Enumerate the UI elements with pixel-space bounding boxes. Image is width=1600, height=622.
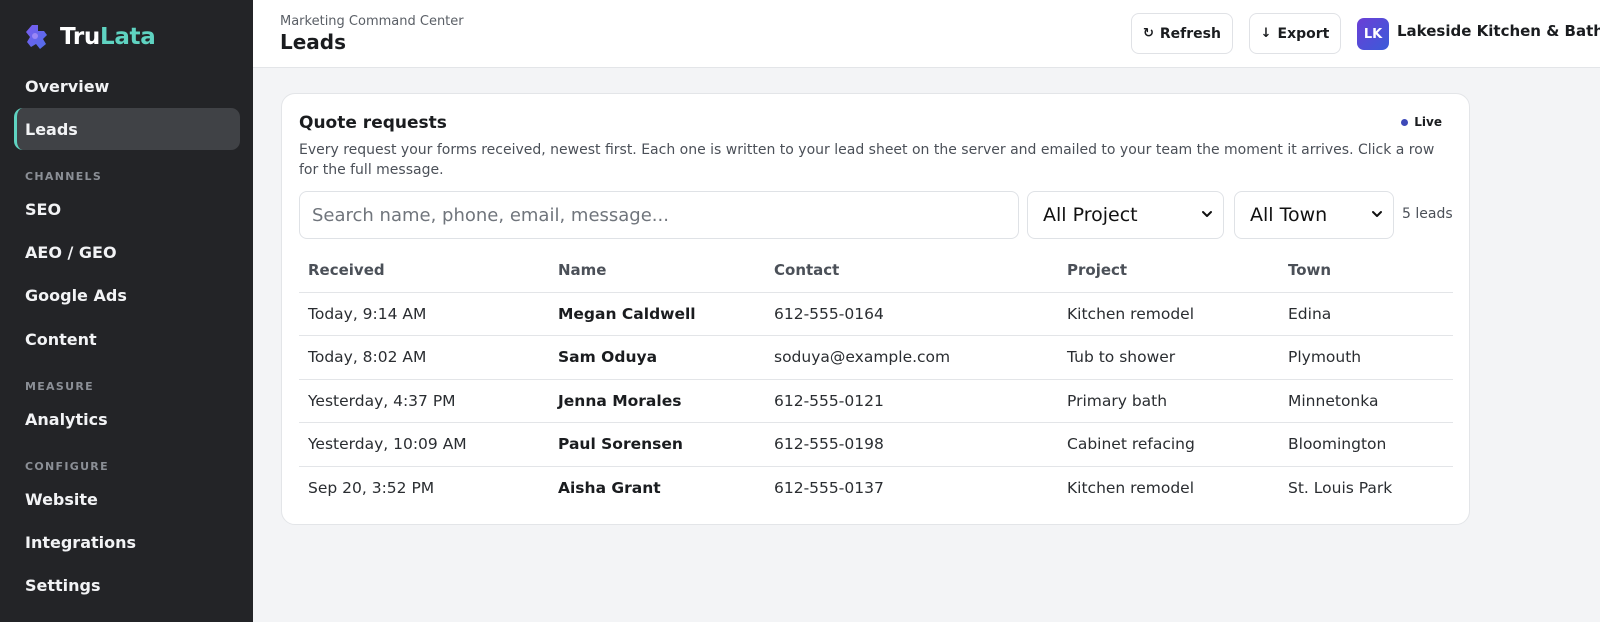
- cell-name: Megan Caldwell: [549, 292, 765, 336]
- sidebar: TruLata Overview Leads CHANNELS SEO AEO …: [0, 0, 253, 622]
- leads-table: Received Name Contact Project Town Today…: [299, 249, 1453, 510]
- table-row[interactable]: Today, 8:02 AM Sam Oduya soduya@example.…: [299, 335, 1453, 380]
- sidebar-section-channels: CHANNELS: [25, 170, 103, 183]
- sidebar-item-content[interactable]: Content: [14, 318, 240, 360]
- sidebar-item-analytics[interactable]: Analytics: [14, 398, 240, 440]
- refresh-button-label: Refresh: [1159, 25, 1221, 42]
- brand-name: TruLata: [60, 24, 156, 50]
- card-title: Quote requests: [299, 113, 447, 133]
- sidebar-item-website[interactable]: Website: [14, 478, 240, 520]
- account-name[interactable]: Lakeside Kitchen & Bath: [1397, 22, 1600, 40]
- search-input[interactable]: [299, 191, 1019, 239]
- table-row[interactable]: Yesterday, 10:09 AM Paul Sorensen 612-55…: [299, 422, 1453, 467]
- chevron-down-icon: [1372, 211, 1382, 217]
- cell-project: Primary bath: [1058, 379, 1279, 423]
- sidebar-item-overview[interactable]: Overview: [14, 65, 240, 107]
- column-header-project[interactable]: Project: [1058, 249, 1279, 293]
- cell-received: Today, 9:14 AM: [299, 292, 549, 336]
- column-header-contact[interactable]: Contact: [765, 249, 1058, 293]
- sidebar-section-measure: MEASURE: [25, 380, 94, 393]
- cell-name: Sam Oduya: [549, 335, 765, 380]
- project-filter-select[interactable]: All Project: [1027, 191, 1224, 239]
- live-indicator: Live: [1401, 115, 1442, 129]
- sidebar-item-integrations[interactable]: Integrations: [14, 521, 240, 563]
- chevron-down-icon: [1202, 211, 1212, 217]
- lead-count: 5 leads: [1402, 206, 1453, 222]
- avatar[interactable]: LK: [1357, 18, 1389, 50]
- table-row[interactable]: Yesterday, 4:37 PM Jenna Morales 612-555…: [299, 379, 1453, 423]
- sidebar-item-google-ads[interactable]: Google Ads: [14, 274, 240, 316]
- sidebar-section-configure: CONFIGURE: [25, 460, 109, 473]
- cell-project: Cabinet refacing: [1058, 422, 1279, 467]
- cell-contact: 612-555-0121: [765, 379, 1058, 423]
- cell-town: Bloomington: [1279, 422, 1453, 467]
- sidebar-item-leads[interactable]: Leads: [14, 108, 240, 150]
- live-label: Live: [1414, 115, 1442, 129]
- sidebar-item-aeo-geo[interactable]: AEO / GEO: [14, 231, 240, 273]
- cell-contact: 612-555-0198: [765, 422, 1058, 467]
- cell-town: St. Louis Park: [1288, 479, 1393, 497]
- cell-received: Yesterday, 10:09 AM: [299, 422, 549, 467]
- download-icon: ↓: [1260, 26, 1272, 41]
- cell-contact: 612-555-0137: [774, 479, 884, 497]
- town-filter-select[interactable]: All Town: [1234, 191, 1394, 239]
- sidebar-item-seo[interactable]: SEO: [14, 188, 240, 230]
- cell-project: Kitchen remodel: [1058, 292, 1279, 336]
- column-header-received[interactable]: Received: [299, 249, 549, 293]
- table-header-row: Received Name Contact Project Town: [299, 249, 1453, 293]
- export-button-label: Export: [1277, 25, 1330, 42]
- cell-received: Yesterday, 4:37 PM: [299, 379, 549, 423]
- town-filter-value: All Town: [1250, 204, 1328, 226]
- cell-name: Aisha Grant: [558, 479, 661, 497]
- cell-contact: soduya@example.com: [765, 335, 1058, 380]
- brand-name-part1: Tru: [60, 24, 100, 50]
- cell-name: Jenna Morales: [549, 379, 765, 423]
- brand-logo-icon: [26, 25, 47, 49]
- breadcrumb: Marketing Command Center: [280, 14, 464, 29]
- cell-town: Edina: [1279, 292, 1453, 336]
- sidebar-item-settings[interactable]: Settings: [14, 564, 240, 606]
- cell-project: Tub to shower: [1058, 335, 1279, 380]
- quote-requests-card: Quote requests Live Every request your f…: [281, 93, 1470, 525]
- cell-received: Sep 20, 3:52 PM: [308, 479, 435, 497]
- live-dot-icon: [1401, 118, 1409, 126]
- cell-contact: 612-555-0164: [765, 292, 1058, 336]
- cell-received: Today, 8:02 AM: [299, 335, 549, 380]
- top-bar: Marketing Command Center Leads ↻ Refresh…: [253, 0, 1600, 68]
- export-button[interactable]: ↓ Export: [1249, 13, 1341, 54]
- page-title: Leads: [280, 30, 347, 54]
- column-header-name[interactable]: Name: [549, 249, 765, 293]
- brand[interactable]: TruLata: [22, 22, 156, 52]
- table-row[interactable]: Sep 20, 3:52 PM Aisha Grant 612-555-0137…: [299, 466, 1453, 510]
- column-header-town[interactable]: Town: [1279, 249, 1453, 293]
- table-row[interactable]: Today, 9:14 AM Megan Caldwell 612-555-01…: [299, 292, 1453, 336]
- cell-town: Minnetonka: [1279, 379, 1453, 423]
- cell-town: Plymouth: [1279, 335, 1453, 380]
- refresh-button[interactable]: ↻ Refresh: [1131, 13, 1233, 54]
- cell-project: Kitchen remodel: [1067, 479, 1195, 497]
- cell-name: Paul Sorensen: [549, 422, 765, 467]
- refresh-icon: ↻: [1143, 26, 1154, 41]
- project-filter-value: All Project: [1043, 204, 1138, 226]
- brand-name-part2: Lata: [99, 24, 156, 50]
- card-description: Every request your forms received, newes…: [299, 142, 1435, 178]
